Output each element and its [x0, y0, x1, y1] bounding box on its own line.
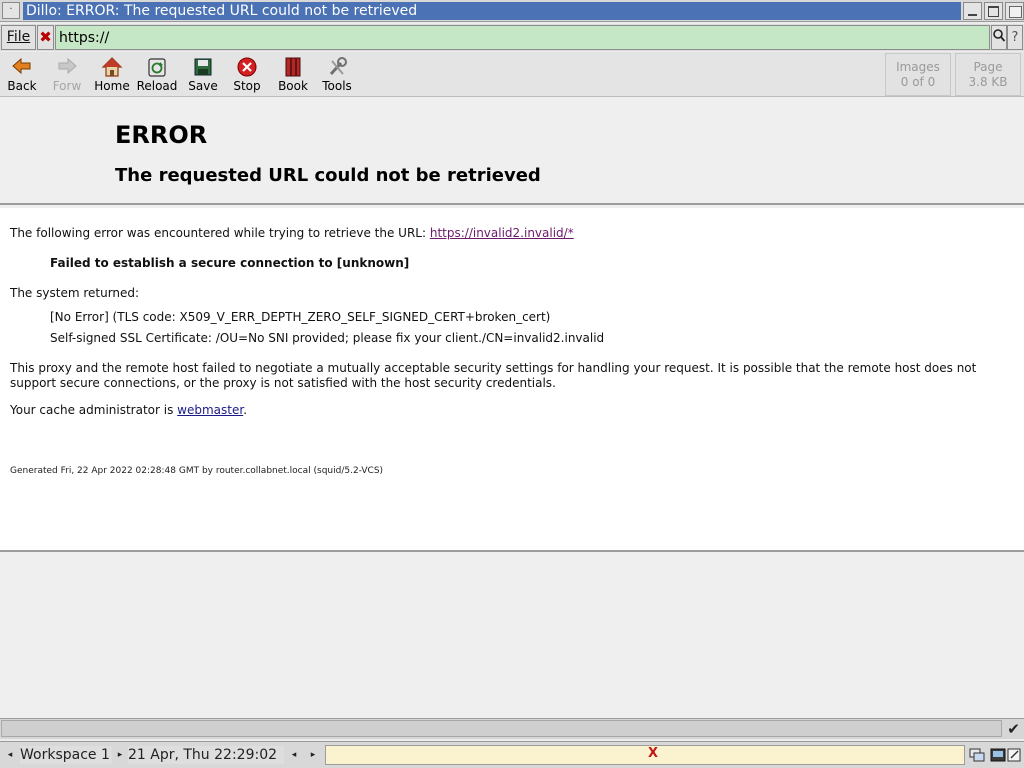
reload-icon [148, 58, 166, 77]
images-status-value: 0 of 0 [900, 75, 936, 89]
error-explanation: This proxy and the remote host failed to… [10, 361, 977, 390]
admin-prefix: Your cache administrator is [10, 403, 178, 417]
tls-error-line: [No Error] (TLS code: X509_V_ERR_DEPTH_Z… [50, 310, 551, 324]
back-button[interactable]: Back [4, 54, 40, 94]
certificate-line: Self-signed SSL Certificate: /OU=No SNI … [50, 331, 605, 345]
tools-label: Tools [322, 79, 352, 93]
home-label: Home [94, 79, 130, 93]
page-size-label: Page [973, 60, 1003, 74]
home-icon [101, 57, 123, 77]
maximize-button[interactable] [984, 2, 1003, 20]
taskbar-next-arrow-icon[interactable]: ▸ [307, 747, 319, 763]
back-arrow-icon [12, 57, 31, 75]
error-body: The following error was encountered whil… [0, 208, 1024, 552]
window-list-glyph-icon [969, 748, 985, 762]
edit-glyph-icon [1007, 748, 1021, 762]
error-heading: ERROR [115, 121, 208, 149]
error-header: ERROR The requested URL could not be ret… [0, 97, 1024, 205]
save-button[interactable]: Save [185, 54, 221, 94]
requested-url-link[interactable]: https://invalid2.invalid/* [430, 226, 574, 240]
url-input[interactable] [55, 25, 990, 50]
images-status: Images 0 of 0 [885, 53, 951, 96]
help-button[interactable]: ? [1007, 25, 1023, 50]
generated-footer: Generated Fri, 22 Apr 2022 02:28:48 GMT … [10, 466, 384, 476]
edit-icon[interactable] [1006, 746, 1024, 764]
stop-icon [237, 57, 257, 77]
reload-label: Reload [136, 79, 178, 93]
minimize-button[interactable] [963, 2, 982, 20]
admin-line: Your cache administrator is webmaster. [10, 403, 247, 418]
page-content: ERROR The requested URL could not be ret… [0, 97, 1024, 718]
forward-label: Forw [52, 79, 82, 93]
bookmarks-icon [285, 57, 301, 77]
search-button[interactable] [991, 25, 1007, 50]
search-icon [993, 29, 1006, 42]
error-intro: The following error was encountered whil… [10, 226, 574, 241]
bookmarks-label: Book [278, 79, 308, 93]
x-app-icon[interactable]: X [645, 746, 661, 762]
bookmarks-button[interactable]: Book [275, 54, 311, 94]
save-disk-icon [194, 58, 212, 76]
reload-button[interactable]: Reload [136, 54, 178, 94]
error-title: Failed to establish a secure connection … [50, 256, 410, 270]
desktop-panel: ◂ Workspace 1 ▸ 21 Apr, Thu 22:29:02 ◂ ▸… [0, 741, 1024, 768]
checkmark-icon[interactable]: ✔ [1004, 720, 1023, 738]
error-intro-text: The following error was encountered whil… [10, 226, 430, 240]
back-label: Back [7, 79, 37, 93]
scrollbar-track[interactable] [1, 720, 1002, 737]
terminal-icon[interactable] [989, 746, 1007, 764]
save-label: Save [188, 79, 218, 93]
file-menu-label: File [6, 29, 31, 45]
clear-url-button[interactable]: ✖ [37, 25, 54, 50]
horizontal-scrollbar[interactable]: ✔ [0, 718, 1024, 739]
workspace-next-arrow-icon[interactable]: ▸ [114, 747, 126, 763]
page-size-status: Page 3.8 KB [955, 53, 1021, 96]
taskbar-prev-arrow-icon[interactable]: ◂ [288, 747, 300, 763]
window-title: Dillo: ERROR: The requested URL could no… [23, 2, 961, 20]
file-menu-button[interactable]: File [1, 25, 36, 50]
toolbar: Back Forw Home Reload Save Stop Book Too… [0, 52, 1024, 97]
error-subheading: The requested URL could not be retrieved [115, 165, 541, 186]
location-bar: File ✖ ? [0, 24, 1024, 51]
stop-label: Stop [233, 79, 261, 93]
terminal-glyph-icon [990, 748, 1006, 762]
home-button[interactable]: Home [93, 54, 131, 94]
workspace-label[interactable]: Workspace 1 [20, 746, 112, 764]
clock: 21 Apr, Thu 22:29:02 [128, 746, 284, 764]
webmaster-link[interactable]: webmaster [177, 403, 243, 417]
tools-wrench-icon [329, 57, 347, 76]
workspace-prev-arrow-icon[interactable]: ◂ [4, 747, 16, 763]
title-bar: · Dillo: ERROR: The requested URL could … [0, 0, 1024, 22]
admin-suffix: . [243, 403, 248, 417]
forward-button[interactable]: Forw [49, 54, 85, 94]
system-returned-label: The system returned: [10, 286, 140, 300]
window-list-icon[interactable] [968, 746, 986, 764]
images-status-label: Images [896, 60, 940, 74]
page-size-value: 3.8 KB [968, 75, 1008, 89]
window-menu-button[interactable]: · [2, 2, 20, 19]
tools-button[interactable]: Tools [319, 54, 355, 94]
forward-arrow-icon [58, 57, 77, 75]
stop-button[interactable]: Stop [229, 54, 265, 94]
close-button[interactable] [1005, 2, 1024, 20]
